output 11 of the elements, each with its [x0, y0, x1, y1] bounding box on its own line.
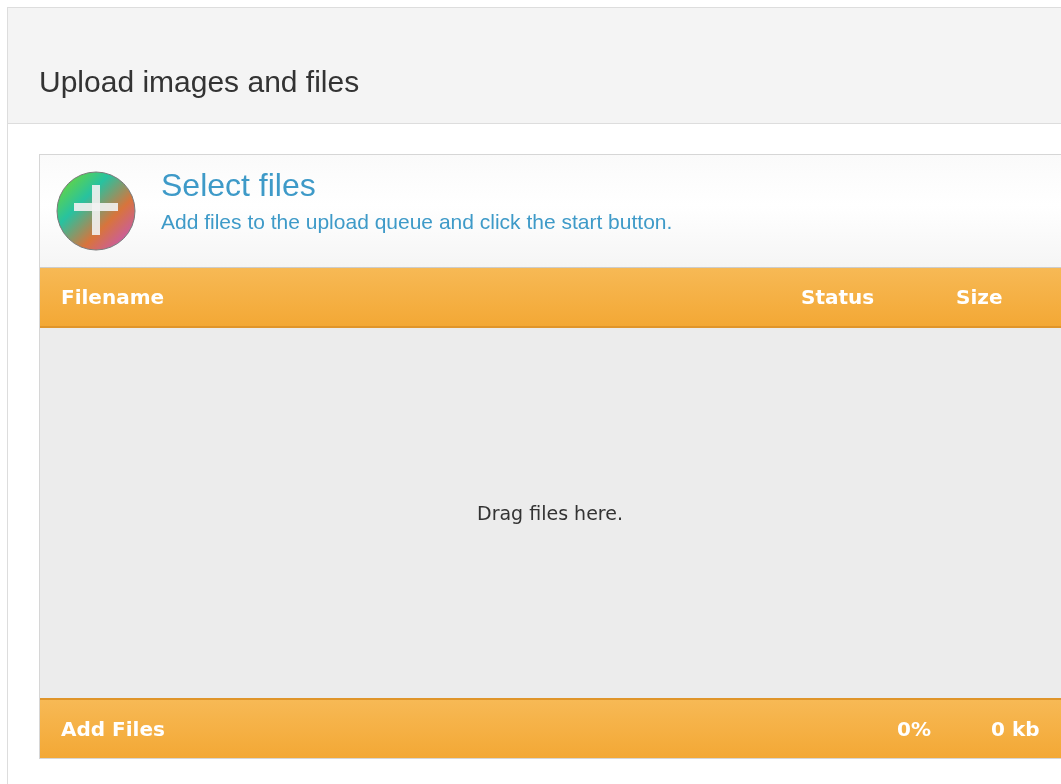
add-icon [56, 171, 136, 251]
add-files-link[interactable]: Add Files [61, 717, 897, 741]
panel-title: Upload images and files [39, 65, 360, 99]
column-header: Status [801, 285, 876, 309]
column-header: Size [956, 285, 1004, 309]
total-size: 0 kb [991, 717, 1041, 741]
uploader-heading: Select files [161, 166, 317, 204]
progress-percent: 0% [897, 717, 932, 741]
column-header: Filename [61, 285, 166, 309]
drop-hint: Drag files here. [477, 502, 623, 524]
uploader-subtitle: Add files to the upload queue and click the start button. [161, 209, 673, 234]
